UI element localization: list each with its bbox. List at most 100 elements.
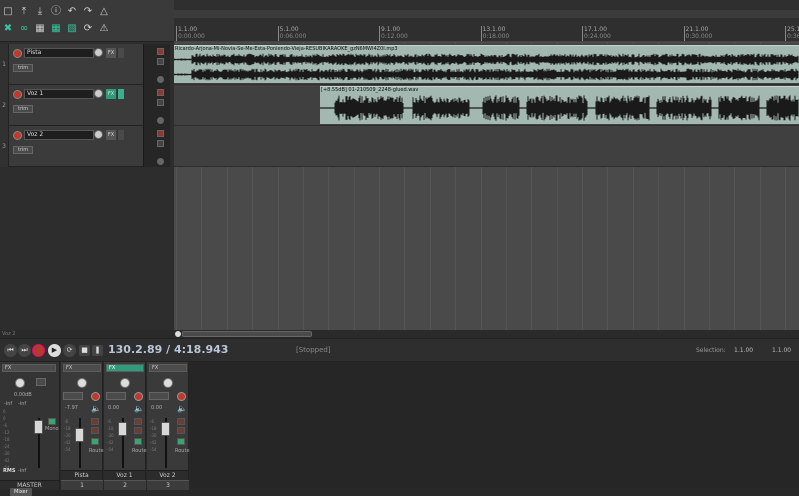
volume-fader[interactable] [161,422,170,436]
loop-icon[interactable]: ∞ [18,23,30,35]
selection-end[interactable]: 1.1.00 [772,347,791,354]
pan-knob[interactable] [120,378,130,388]
go-to-start-button[interactable]: ⏮ [4,344,17,357]
pan-knob[interactable] [163,378,173,388]
fx-button[interactable]: FX [106,89,116,99]
record-arm-button[interactable] [13,131,22,140]
open-icon[interactable]: ⤒ [18,6,30,18]
new-project-icon[interactable]: □ [2,6,14,18]
metronome-icon[interactable]: △ [98,6,110,18]
fx-bypass-button[interactable] [117,130,124,140]
fx-bypass-button[interactable] [117,89,124,99]
snap-icon[interactable]: ▦ [50,23,62,35]
record-arm-button[interactable] [91,392,100,401]
envelope-button[interactable]: trim [13,64,33,72]
go-to-end-button[interactable]: ⏭ [18,344,31,357]
track-lane-3[interactable] [174,126,799,167]
mute-button[interactable] [157,48,164,55]
track-1[interactable]: 1 Pista FX trim [0,44,170,85]
region-band[interactable] [174,10,799,18]
solo-button[interactable] [157,140,164,147]
fx-button[interactable]: FX [106,130,116,140]
envelope-button[interactable]: trim [13,105,33,113]
undo-icon[interactable]: ↶ [66,6,78,18]
mono-button[interactable] [48,418,56,425]
mute-button[interactable] [134,418,142,425]
route-icon[interactable] [157,117,164,124]
mute-button[interactable] [157,89,164,96]
fx-button[interactable]: FX [106,48,116,58]
arrange-view[interactable]: Ricardo-Arjona-Mi-Novia-Se-Me-Esta-Ponie… [174,42,799,330]
solo-button[interactable] [134,427,142,434]
stop-button[interactable]: ■ [79,345,90,356]
io-button[interactable] [106,392,126,400]
volume-readout: 0.00 [151,405,163,411]
solo-button[interactable] [157,99,164,106]
io-button[interactable] [36,378,46,386]
volume-knob[interactable] [94,48,103,57]
fx-bypass-button[interactable] [117,48,124,58]
ruler-tick [176,26,177,41]
solo-button[interactable] [91,427,99,434]
master-fader[interactable] [34,420,43,434]
horizontal-scrollbar[interactable] [174,330,799,338]
scrollbar-thumb[interactable] [182,331,312,337]
lock-icon[interactable]: ⚠ [98,23,110,35]
redo-icon[interactable]: ↷ [82,6,94,18]
speaker-icon[interactable]: 🔈 [91,404,101,413]
volume-fader[interactable] [75,428,84,442]
envelope-button[interactable]: trim [13,146,33,154]
track-3[interactable]: 3 Voz 2 FX trim [0,126,170,167]
track-name-field[interactable]: Voz 2 [24,130,94,140]
grid-icon[interactable]: ▦ [34,23,46,35]
route-button[interactable] [177,438,185,445]
zoom-icon[interactable] [175,331,181,337]
speaker-icon[interactable]: 🔈 [134,404,144,413]
record-arm-button[interactable] [13,90,22,99]
crossfade-icon[interactable]: ⟳ [82,23,94,35]
mute-button[interactable] [157,130,164,137]
route-button[interactable] [91,438,99,445]
main-toolbar: □ ⤒ ⤓ ⓘ ↶ ↷ △ ✖ ∞ ▦ ▦ ▧ ⟳ ⚠ [0,0,174,42]
fx-button[interactable]: FX [149,364,187,372]
pan-knob[interactable] [77,378,87,388]
fader-track [79,418,81,468]
mute-button[interactable] [91,418,99,425]
volume-knob[interactable] [94,89,103,98]
io-button[interactable] [149,392,169,400]
info-icon[interactable]: ⓘ [50,6,62,18]
speaker-icon[interactable]: 🔈 [177,404,187,413]
record-button[interactable] [32,344,45,357]
route-button[interactable] [134,438,142,445]
route-icon[interactable] [157,158,164,165]
ripple-icon[interactable]: ✖ [2,23,14,35]
play-button[interactable]: ▶ [48,344,61,357]
media-item-pista[interactable]: Ricardo-Arjona-Mi-Novia-Se-Me-Esta-Ponie… [174,45,799,83]
solo-button[interactable] [177,427,185,434]
volume-knob[interactable] [94,130,103,139]
track-name-field[interactable]: Voz 1 [24,89,94,99]
track-2[interactable]: 2 Voz 1 FX trim [0,85,170,126]
selection-start[interactable]: 1.1.00 [734,347,753,354]
fx-button[interactable]: FX [2,364,56,372]
volume-fader[interactable] [118,422,127,436]
solo-button[interactable] [157,58,164,65]
media-item-voz1[interactable]: [+8.55dB] 01-210509_2248-glued.wav [320,86,799,124]
pause-button[interactable]: ❚ [92,345,103,356]
fx-button[interactable]: FX [106,364,144,372]
record-arm-button[interactable] [13,49,22,58]
mixer-tab[interactable]: Mixer [10,488,32,496]
timeline-ruler[interactable]: 1.1.00 0:00.000 5.1.00 0:06.000 9.1.00 0:12.0… [174,0,799,42]
track-name-field[interactable]: Pista [24,48,94,58]
fx-button[interactable]: FX [63,364,101,372]
io-button[interactable] [63,392,83,400]
snap-grid-icon[interactable]: ▧ [66,23,78,35]
route-icon[interactable] [157,76,164,83]
pan-knob[interactable] [15,378,25,388]
record-arm-button[interactable] [134,392,143,401]
save-icon[interactable]: ⤓ [34,6,46,18]
mute-button[interactable] [177,418,185,425]
repeat-button[interactable]: ⟳ [63,344,76,357]
ruler-tick [785,26,786,41]
record-arm-button[interactable] [177,392,186,401]
